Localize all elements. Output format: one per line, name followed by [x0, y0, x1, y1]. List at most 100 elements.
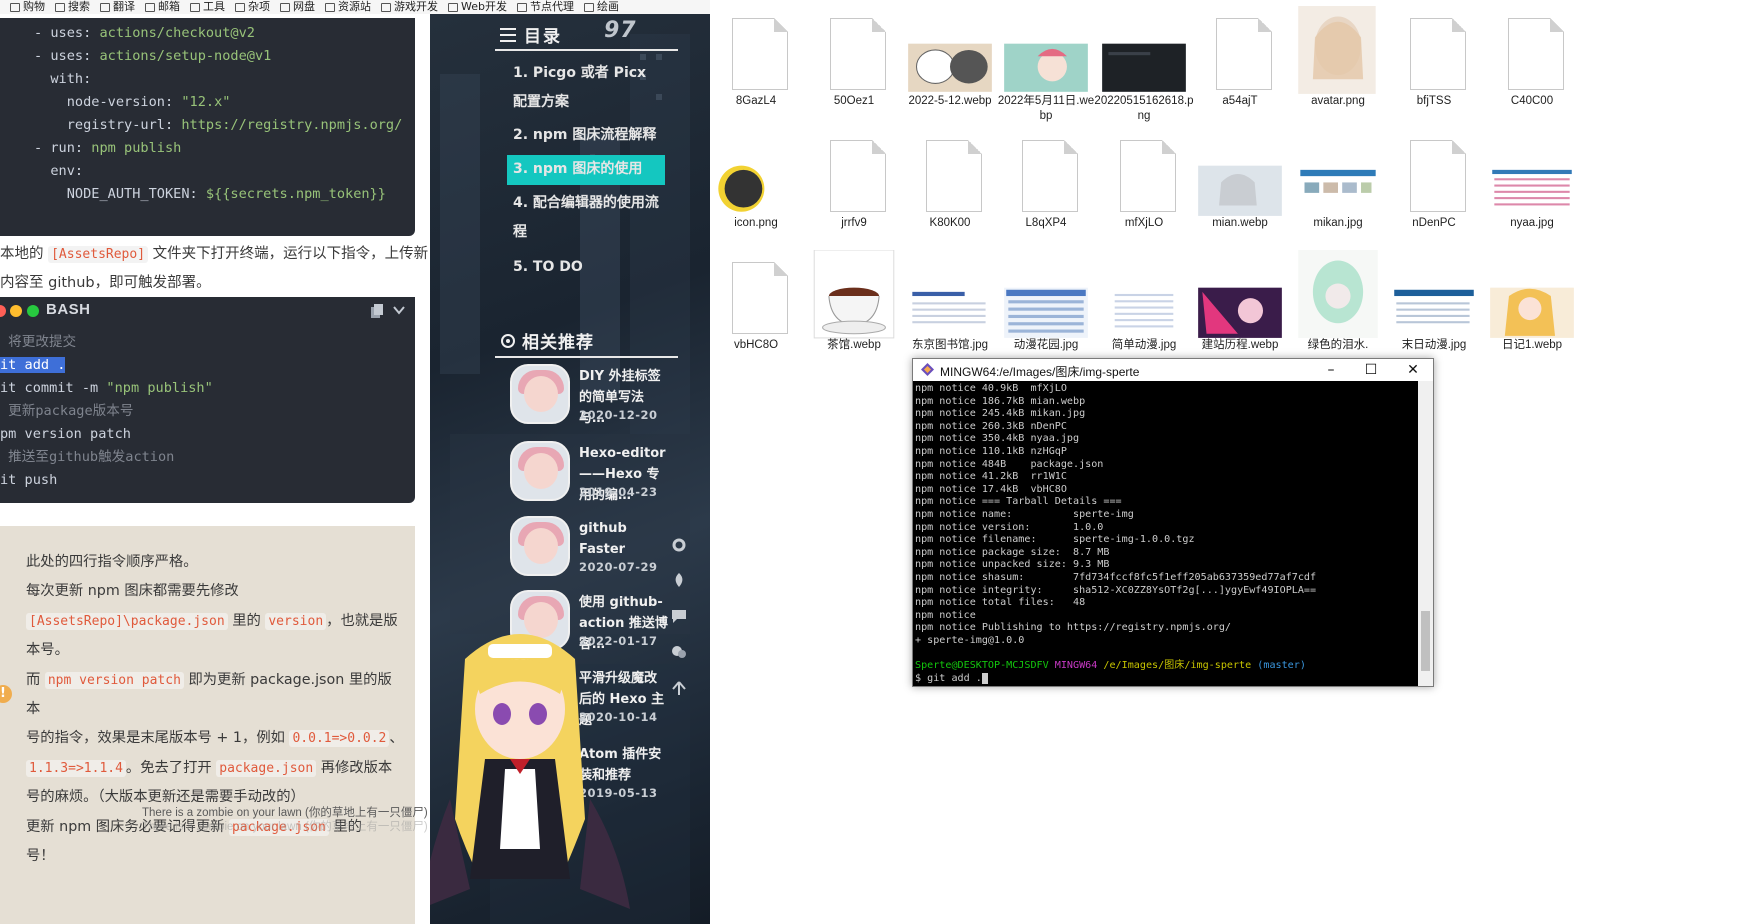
bookmark-folder[interactable]: Web开发 [448, 1, 507, 13]
chat-icon[interactable] [671, 644, 687, 660]
live2d-mascot[interactable] [430, 619, 630, 924]
list-icon [500, 27, 516, 42]
file-name: 50Oez1 [833, 95, 875, 107]
related-post-2[interactable]: Hexo-editor——Hexo 专用的编… 2019-04-23 [510, 441, 710, 503]
toc-percent: 97 [604, 18, 637, 43]
code-block-header: BASH [0, 297, 415, 325]
file-name: K80K00 [929, 217, 971, 229]
bookmark-folder[interactable]: 搜索 [55, 1, 90, 13]
file-name: bfjTSS [1416, 95, 1452, 107]
toc-heading: 目录 97 [500, 18, 636, 47]
folder-icon [516, 2, 527, 12]
folder-icon [10, 2, 20, 12]
bookmark-folder[interactable]: 资源站 [325, 1, 371, 13]
bookmarks-bar: 购物 搜索 翻译 邮箱 工具 杂项 网盘 资源站 游戏开发 Web开发 节点代理 绘画 [0, 0, 710, 15]
scrollbar-thumb[interactable] [1421, 611, 1430, 671]
file-name: mikan.jpg [1313, 217, 1363, 229]
bookmark-folder[interactable]: 翻译 [100, 1, 135, 13]
terminal-window[interactable]: MINGW64:/e/Images/图床/img-sperte – ☐ ✕ np… [912, 358, 1434, 687]
folder-icon [100, 2, 110, 12]
file-icon [806, 128, 902, 218]
theme-toggle-icon[interactable] [671, 572, 687, 588]
gear-icon [501, 333, 515, 348]
file-name: nyaa.jpg [1510, 217, 1554, 229]
terminal-scrollbar[interactable] [1418, 381, 1433, 686]
file-name: 日记1.webp [1501, 339, 1563, 351]
file-name: 2022年5月11日.webp [997, 95, 1095, 122]
terminal-titlebar[interactable]: MINGW64:/e/Images/图床/img-sperte – ☐ ✕ [913, 359, 1433, 381]
toc-item-1[interactable]: 1. Picgo 或者 Picx 配置方案 [513, 59, 663, 117]
bookmark-folder[interactable]: 网盘 [280, 1, 315, 13]
bookmark-folder[interactable]: 游戏开发 [381, 1, 438, 13]
file-name: 8GazL4 [735, 95, 777, 107]
file-name: jrrfv9 [841, 217, 867, 229]
toc-item-3[interactable]: 3. npm 图床的使用 [513, 155, 663, 184]
bookmark-folder[interactable]: 邮箱 [145, 1, 180, 13]
bookmark-folder[interactable]: 杂项 [235, 1, 270, 13]
copy-icon[interactable] [370, 304, 384, 319]
toc-item-4[interactable]: 4. 配合编辑器的使用流程 [513, 189, 663, 247]
settings-icon[interactable] [671, 537, 687, 553]
image-thumbnail-icon [1298, 6, 1376, 94]
comment-icon[interactable] [671, 608, 687, 624]
file-icon [1484, 6, 1580, 96]
terminal-line: npm notice name: sperte-img [915, 508, 1134, 520]
toc-item-2[interactable]: 2. npm 图床流程解释 [513, 121, 663, 150]
terminal-line: npm notice 41.2kB rr1W1C [915, 471, 1067, 483]
terminal-output[interactable]: npm notice 40.9kB mfXjLO npm notice 186.7… [915, 383, 1417, 686]
image-thumbnail-icon [908, 287, 992, 338]
bookmark-folder[interactable]: 工具 [190, 1, 225, 13]
code-line: it add . [0, 357, 66, 373]
code-line: NODE_AUTH_TOKEN: ${{secrets.npm_token}} [34, 186, 386, 202]
file-name: 茶馆.webp [827, 339, 881, 351]
image-thumbnail-icon [1490, 165, 1574, 216]
terminal-line: npm notice package size: 8.7 MB [915, 546, 1110, 558]
terminal-line: npm notice 484B package.json [915, 458, 1104, 470]
file-name: 建站历程.webp [1201, 339, 1279, 351]
bookmark-folder[interactable]: 购物 [10, 1, 45, 13]
file-name: 东京图书馆.jpg [911, 339, 989, 351]
file-name: mfXjLO [1124, 217, 1164, 229]
file-icon [708, 6, 804, 96]
yellow-dot-icon [10, 305, 22, 317]
terminal-line: npm notice shasum: 7fd734fccf8fc5f1eff20… [915, 571, 1317, 583]
bookmark-folder[interactable]: 绘画 [583, 1, 619, 13]
terminal-log: npm notice 40.9kB mfXjLO npm notice 186.7… [915, 383, 1417, 660]
minimize-icon[interactable]: – [1321, 361, 1341, 379]
terminal-line: npm notice 245.4kB mikan.jpg [915, 408, 1086, 420]
file-name: avatar.png [1311, 95, 1365, 107]
code-line: it push [0, 472, 58, 488]
green-dot-icon [27, 305, 39, 317]
close-icon[interactable]: ✕ [1403, 361, 1423, 379]
file-icon [902, 128, 998, 218]
terminal-line: npm notice 186.7kB mian.webp [915, 395, 1086, 407]
toc-item-5[interactable]: 5. TO DO [513, 253, 663, 282]
terminal-line: npm notice filename: sperte-img-1.0.0.tg… [915, 534, 1195, 546]
maximize-icon[interactable]: ☐ [1361, 361, 1381, 379]
file-icon [1096, 128, 1192, 218]
terminal-title: MINGW64:/e/Images/图床/img-sperte [940, 365, 1140, 379]
file-name: 末日动漫.jpg [1401, 339, 1467, 351]
related-post-1[interactable]: DIY 外挂标签的简单写法与… 2020-12-20 [510, 364, 710, 426]
file-name: 动漫花园.jpg [1013, 339, 1079, 351]
chevron-down-icon[interactable] [392, 303, 406, 317]
terminal-line: npm notice total files: 48 [915, 597, 1086, 609]
tip-box: ! 此处的四行指令顺序严格。 每次更新 npm 图床都需要先修改 [Assets… [0, 526, 415, 924]
terminal-line: npm notice === Tarball Details === [915, 496, 1122, 508]
image-thumbnail-icon [718, 165, 765, 212]
back-to-top-icon[interactable] [671, 680, 687, 696]
image-thumbnail-icon [813, 250, 895, 339]
terminal-command-line[interactable]: $ git add . [915, 672, 1417, 686]
bash-code: 将更改提交 it add . it commit -m "npm publish" … [0, 325, 415, 492]
code-line: it commit -m "npm publish" [0, 380, 213, 396]
file-name: 20220515162618.png [1094, 95, 1194, 122]
folder-icon [280, 2, 290, 12]
bookmark-folder[interactable]: 节点代理 [516, 1, 574, 13]
image-thumbnail-icon [1102, 287, 1186, 338]
folder-icon [190, 2, 200, 12]
image-thumbnail-icon [1102, 43, 1186, 92]
file-icon [1386, 6, 1482, 96]
folder-icon [325, 2, 335, 12]
terminal-line: npm notice unpacked size: 9.3 MB [915, 559, 1110, 571]
